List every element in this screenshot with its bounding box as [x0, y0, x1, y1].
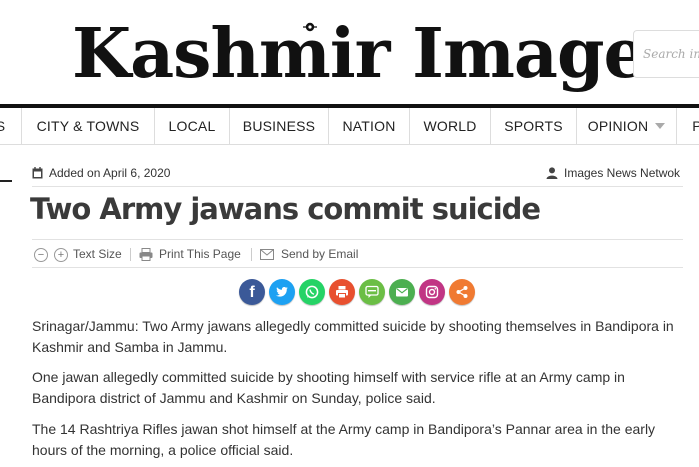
printer-icon [139, 248, 153, 261]
text-size-increase-button[interactable]: + [54, 248, 68, 262]
text-size-label: Text Size [73, 247, 122, 261]
nav-item-local[interactable]: LOCAL [155, 108, 230, 144]
main-nav: S CITY & TOWNS LOCAL BUSINESS NATION WOR… [0, 108, 699, 145]
article-paragraph: The 14 Rashtriya Rifles jawan shot himse… [32, 421, 656, 458]
article-paragraph: One jawan allegedly committed suicide by… [32, 369, 625, 406]
nav-item-nation[interactable]: NATION [329, 108, 410, 144]
facebook-share-button[interactable]: f [239, 279, 265, 305]
search-input[interactable]: Search in s [633, 30, 699, 78]
article-paragraph: Srinagar/Jammu: Two Army jawans allegedl… [32, 318, 674, 355]
chevron-down-icon [655, 123, 666, 129]
more-share-button[interactable] [449, 279, 475, 305]
article-author: Images News Netwok [546, 166, 680, 180]
tool-separator [130, 248, 131, 261]
whatsapp-icon [305, 285, 319, 299]
nav-item-business[interactable]: BUSINESS [230, 108, 329, 144]
divider-tools [32, 267, 683, 268]
divider-headline [32, 239, 683, 240]
twitter-icon [276, 286, 288, 297]
nav-item-opinion-label: OPINION [587, 118, 649, 134]
print-icon [336, 286, 348, 299]
email-share-button[interactable] [389, 279, 415, 305]
nav-item-sports[interactable]: SPORTS [491, 108, 577, 144]
share-icon [456, 286, 468, 298]
user-icon [546, 167, 558, 179]
instagram-icon [425, 285, 439, 299]
nav-item-world[interactable]: WORLD [410, 108, 491, 144]
sidebar-edge-marker [0, 180, 12, 182]
print-page-button[interactable]: Print This Page [159, 247, 241, 261]
email-icon [396, 288, 408, 297]
nav-item-opinion[interactable]: OPINION [577, 108, 677, 144]
whatsapp-share-button[interactable] [299, 279, 325, 305]
site-logo[interactable]: Kashmir Images [72, 10, 684, 98]
article-date: Added on April 6, 2020 [32, 166, 170, 180]
send-by-email-button[interactable]: Send by Email [281, 247, 358, 261]
logo-mark-icon [303, 22, 317, 32]
article-date-text: Added on April 6, 2020 [49, 166, 171, 180]
twitter-share-button[interactable] [269, 279, 295, 305]
article-headline: Two Army jawans commit suicide [30, 192, 541, 226]
text-size-decrease-button[interactable]: − [34, 248, 48, 262]
masthead: Kashmir Images Search in s [0, 0, 699, 104]
share-bar: f [0, 279, 699, 307]
tool-separator [251, 248, 252, 261]
nav-item-partial-right[interactable]: P [677, 108, 699, 144]
instagram-share-button[interactable] [419, 279, 445, 305]
divider-top [32, 186, 683, 187]
print-share-button[interactable] [329, 279, 355, 305]
facebook-icon: f [249, 284, 255, 301]
sms-share-button[interactable] [359, 279, 385, 305]
nav-item-city-towns[interactable]: CITY & TOWNS [22, 108, 155, 144]
nav-item-partial-left[interactable]: S [0, 108, 22, 144]
envelope-icon [260, 249, 274, 260]
article-author-name[interactable]: Images News Netwok [564, 166, 680, 180]
calendar-icon [32, 167, 43, 179]
sms-icon [365, 285, 379, 298]
